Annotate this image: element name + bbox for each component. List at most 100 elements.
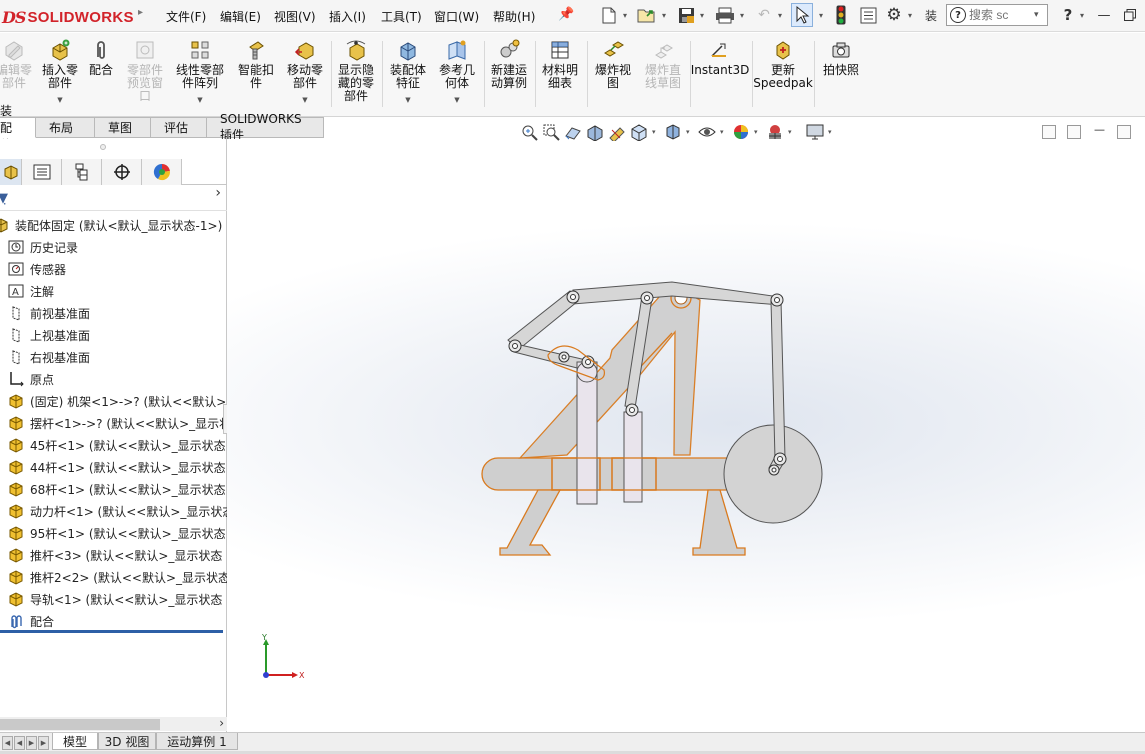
new-motion-study-button[interactable]: 新建运 动算例 bbox=[487, 39, 531, 90]
tree-item-history[interactable]: 历史记录 bbox=[0, 236, 227, 258]
help-dropdown-icon[interactable]: ▾ bbox=[1080, 11, 1087, 20]
graphics-viewport[interactable]: Y X bbox=[227, 139, 1145, 732]
tree-item-part[interactable]: 44杆<1> (默认<<默认>_显示状态 bbox=[0, 456, 227, 478]
window-tile-left-icon[interactable] bbox=[1042, 125, 1056, 139]
select-dropdown-icon[interactable]: ▾ bbox=[819, 11, 826, 20]
new-document-icon[interactable] bbox=[600, 5, 618, 25]
filter-icon[interactable]: ▼̣ bbox=[0, 191, 8, 206]
tab-sketch[interactable]: 草图 bbox=[95, 117, 151, 138]
feature-manager-icon[interactable] bbox=[0, 159, 22, 185]
move-component-button[interactable]: 移动零 部件 ▼ bbox=[283, 39, 327, 107]
undo-icon[interactable]: ↶ bbox=[754, 5, 774, 25]
dynamic-annotation-icon[interactable] bbox=[608, 123, 626, 141]
previous-tab-icon[interactable]: ◀ bbox=[14, 736, 25, 750]
panel-splitter-handle[interactable] bbox=[100, 144, 106, 150]
search-dropdown-icon[interactable]: ▾ bbox=[1034, 10, 1039, 20]
tree-item-part[interactable]: 45杆<1> (默认<<默认>_显示状态 bbox=[0, 434, 227, 456]
update-speedpak-button[interactable]: 更新 Speedpak bbox=[753, 39, 813, 90]
menu-insert[interactable]: 插入(I) bbox=[329, 8, 366, 25]
assembly-features-dropdown-icon[interactable]: ▼ bbox=[405, 94, 410, 107]
rebuild-traffic-light-icon[interactable] bbox=[834, 5, 848, 25]
minimize-icon[interactable]: — bbox=[1094, 5, 1114, 25]
menu-help[interactable]: 帮助(H) bbox=[493, 8, 535, 25]
tree-item-part[interactable]: 推杆<3> (默认<<默认>_显示状态 1 bbox=[0, 544, 227, 566]
view-orientation-dropdown-icon[interactable]: ▾ bbox=[652, 128, 660, 136]
save-icon[interactable] bbox=[676, 5, 696, 25]
save-dropdown-icon[interactable]: ▾ bbox=[700, 11, 707, 20]
zoom-to-area-icon[interactable] bbox=[542, 123, 560, 141]
feature-tree-horizontal-scrollbar[interactable]: › bbox=[0, 716, 227, 731]
tree-item-sensors[interactable]: 传感器 bbox=[0, 258, 227, 280]
help-button[interactable]: ? bbox=[1058, 5, 1078, 25]
tree-item-part[interactable]: 导轨<1> (默认<<默认>_显示状态 1 bbox=[0, 588, 227, 610]
solidworks-logo[interactable]: DS SOLIDWORKS bbox=[2, 6, 134, 28]
insert-component-dropdown-icon[interactable]: ▼ bbox=[57, 94, 62, 107]
apply-scene-dropdown-icon[interactable]: ▾ bbox=[788, 128, 796, 136]
menu-edit[interactable]: 编辑(E) bbox=[220, 8, 261, 25]
section-view-icon[interactable] bbox=[586, 123, 604, 141]
search-input[interactable] bbox=[969, 8, 1031, 22]
menu-tools[interactable]: 工具(T) bbox=[381, 8, 422, 25]
print-dropdown-icon[interactable]: ▾ bbox=[740, 11, 747, 20]
restore-window-icon[interactable] bbox=[1120, 5, 1140, 25]
hide-show-items-icon[interactable] bbox=[698, 123, 716, 141]
take-snapshot-button[interactable]: 拍快照 bbox=[818, 39, 864, 77]
exploded-view-button[interactable]: 爆炸视 图 bbox=[590, 39, 636, 90]
tree-item-top-plane[interactable]: 上视基准面 bbox=[0, 324, 227, 346]
mechanism-assembly-model[interactable] bbox=[227, 139, 1145, 732]
pin-menu-icon[interactable]: 📌 bbox=[558, 7, 574, 23]
options-dropdown-icon[interactable]: ▾ bbox=[908, 11, 915, 20]
next-tab-icon[interactable]: ▶ bbox=[26, 736, 37, 750]
hide-show-dropdown-icon[interactable]: ▾ bbox=[720, 128, 728, 136]
restore-document-icon[interactable] bbox=[1117, 125, 1131, 139]
bill-of-materials-button[interactable]: 材料明 细表 bbox=[538, 39, 582, 90]
tree-item-part[interactable]: 95杆<1> (默认<<默认>_显示状态 bbox=[0, 522, 227, 544]
smart-fasteners-button[interactable]: 智能扣 件 bbox=[234, 39, 278, 90]
minimize-document-icon[interactable]: — bbox=[1094, 123, 1108, 137]
select-icon[interactable] bbox=[791, 3, 813, 27]
instant3d-button[interactable]: Instant3D bbox=[691, 39, 749, 77]
menu-window[interactable]: 窗口(W) bbox=[434, 8, 479, 25]
tree-item-part[interactable]: 摆杆<1>->? (默认<<默认>_显示状 bbox=[0, 412, 227, 434]
scrollbar-thumb[interactable] bbox=[0, 719, 160, 730]
assembly-features-button[interactable]: 装配体 特征 ▼ bbox=[386, 39, 430, 107]
tree-item-right-plane[interactable]: 右视基准面 bbox=[0, 346, 227, 368]
window-tile-right-icon[interactable] bbox=[1067, 125, 1081, 139]
tree-item-part[interactable]: 68杆<1> (默认<<默认>_显示状态 bbox=[0, 478, 227, 500]
tab-solidworks-addins[interactable]: SOLIDWORKS 插件 bbox=[207, 112, 324, 142]
edit-appearance-icon[interactable] bbox=[732, 123, 750, 141]
property-manager-icon[interactable] bbox=[22, 159, 62, 185]
tree-item-part[interactable]: 推杆2<2> (默认<<默认>_显示状态 bbox=[0, 566, 227, 588]
new-dropdown-icon[interactable]: ▾ bbox=[623, 11, 630, 20]
menu-view[interactable]: 视图(V) bbox=[274, 8, 316, 25]
display-manager-icon[interactable] bbox=[142, 159, 182, 185]
previous-view-icon[interactable] bbox=[564, 123, 582, 141]
tree-item-origin[interactable]: 原点 bbox=[0, 368, 227, 390]
file-properties-icon[interactable] bbox=[858, 5, 878, 25]
dimxpert-icon[interactable] bbox=[102, 159, 142, 185]
configuration-manager-icon[interactable] bbox=[62, 159, 102, 185]
tree-item-part[interactable]: (固定) 机架<1>->? (默认<<默认>_ bbox=[0, 390, 227, 412]
reference-geometry-dropdown-icon[interactable]: ▼ bbox=[454, 94, 459, 107]
tree-root-assembly[interactable]: 装配体固定 (默认<默认_显示状态-1>) bbox=[0, 214, 227, 236]
rollback-bar[interactable] bbox=[0, 630, 223, 633]
explode-line-sketch-button[interactable]: 爆炸直 线草图 bbox=[640, 39, 686, 90]
tab-assembly[interactable]: 装配体 bbox=[0, 104, 36, 152]
linear-pattern-dropdown-icon[interactable]: ▼ bbox=[197, 94, 202, 107]
open-dropdown-icon[interactable]: ▾ bbox=[662, 11, 669, 20]
tree-item-front-plane[interactable]: 前视基准面 bbox=[0, 302, 227, 324]
component-preview-button[interactable]: 零部件 预览窗 口 bbox=[122, 39, 168, 103]
edit-component-button[interactable]: 编辑零 部件 bbox=[0, 39, 36, 90]
tab-model[interactable]: 模型 bbox=[52, 733, 98, 750]
apply-scene-icon[interactable] bbox=[766, 123, 784, 141]
last-tab-icon[interactable]: ▶ bbox=[38, 736, 49, 750]
menu-file[interactable]: 文件(F) bbox=[166, 8, 206, 25]
tab-evaluate[interactable]: 评估 bbox=[151, 117, 207, 138]
first-tab-icon[interactable]: ◀ bbox=[2, 736, 13, 750]
view-orientation-icon[interactable] bbox=[630, 123, 648, 141]
view-settings-dropdown-icon[interactable]: ▾ bbox=[828, 128, 836, 136]
edit-appearance-dropdown-icon[interactable]: ▾ bbox=[754, 128, 762, 136]
options-gear-icon[interactable]: ⚙ bbox=[884, 5, 904, 25]
undo-dropdown-icon[interactable]: ▾ bbox=[778, 11, 785, 20]
view-settings-monitor-icon[interactable] bbox=[806, 123, 824, 141]
